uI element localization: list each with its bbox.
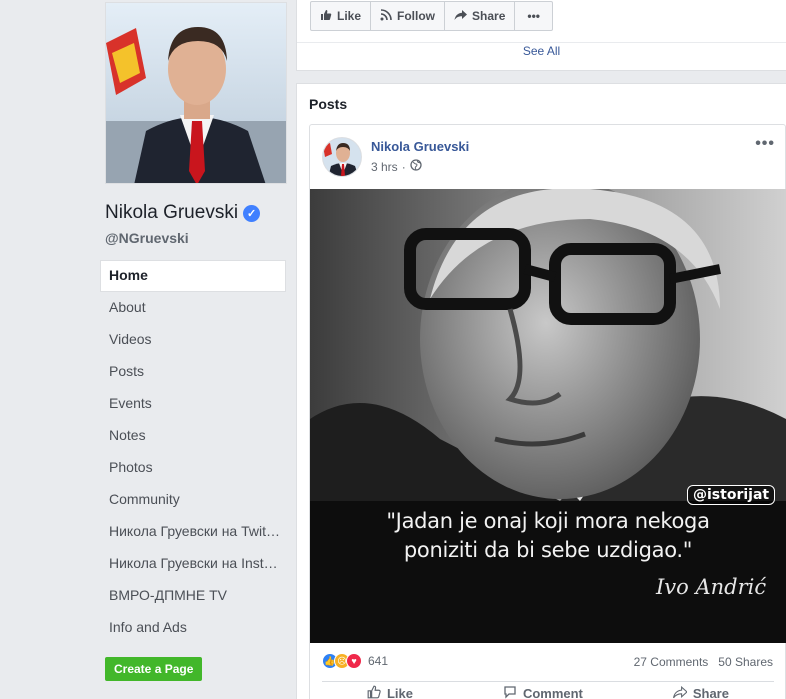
- nav-item-events[interactable]: Events: [100, 388, 286, 420]
- posts-card: Posts Nikola Gruevski 3 hrs · ••• @istor…: [296, 83, 786, 699]
- shares-count-link[interactable]: 50 Shares: [718, 655, 773, 669]
- meta-separator: ·: [401, 159, 406, 174]
- nav-item-videos[interactable]: Videos: [100, 324, 286, 356]
- quote-line-1: "Jadan je onaj koji mora nekoga: [386, 509, 710, 533]
- follow-page-button[interactable]: Follow: [371, 2, 446, 30]
- author-avatar[interactable]: [322, 137, 362, 177]
- like-page-button[interactable]: Like: [311, 2, 372, 30]
- share-page-button[interactable]: Share: [445, 2, 516, 30]
- globe-icon[interactable]: [410, 159, 422, 174]
- profile-photo: [106, 3, 286, 183]
- comment-bubble-icon: [503, 685, 517, 699]
- nav-item-community[interactable]: Community: [100, 484, 286, 516]
- divider: [297, 42, 786, 43]
- post-share-label: Share: [692, 686, 729, 699]
- quote-signature: Ivo Andrić: [656, 575, 767, 599]
- nav-item-notes[interactable]: Notes: [100, 420, 286, 452]
- share-arrow-icon: [672, 685, 688, 699]
- post-meta: 3 hrs ·: [371, 159, 422, 174]
- page-name[interactable]: Nikola Gruevski ✓: [105, 202, 261, 224]
- image-watermark: @istorijat: [687, 485, 776, 505]
- nav-item-vmro-tv[interactable]: ВМРО-ДПМНЕ TV: [100, 580, 286, 612]
- nav-item-instagram-tab[interactable]: Никола Груевски на Inst…: [100, 548, 286, 580]
- post-options-button[interactable]: •••: [755, 135, 775, 153]
- more-options-button[interactable]: •••: [515, 2, 552, 30]
- love-reaction-icon: ♥: [346, 653, 362, 669]
- post-action-row: Like Comment Share: [322, 685, 774, 699]
- post-like-label: Like: [386, 686, 413, 699]
- rss-follow-icon: [380, 8, 392, 24]
- comments-count-link[interactable]: 27 Comments: [634, 655, 709, 669]
- share-page-label: Share: [472, 9, 506, 23]
- follow-page-label: Follow: [397, 9, 436, 23]
- nav-item-about[interactable]: About: [100, 292, 286, 324]
- thumbs-up-icon: [367, 685, 381, 699]
- thumbs-up-icon: [320, 9, 332, 24]
- nav-item-photos[interactable]: Photos: [100, 452, 286, 484]
- verified-badge-icon: ✓: [243, 204, 261, 222]
- nav-item-home[interactable]: Home: [100, 260, 286, 292]
- post-author-link[interactable]: Nikola Gruevski: [371, 139, 469, 154]
- post: Nikola Gruevski 3 hrs · ••• @istorijat "…: [309, 124, 786, 699]
- image-quote-text: "Jadan je onaj koji mora nekoga poniziti…: [310, 507, 786, 565]
- post-comment-button[interactable]: Comment: [503, 685, 583, 699]
- reactions-count: 641: [368, 654, 389, 668]
- page-handle[interactable]: @NGruevski: [105, 230, 189, 246]
- reactions-summary[interactable]: 👍 ☹ ♥ 641: [322, 653, 388, 669]
- divider: [322, 681, 774, 682]
- see-all-link[interactable]: See All: [297, 44, 786, 58]
- post-image[interactable]: @istorijat "Jadan je onaj koji mora neko…: [310, 189, 786, 643]
- page-actions-card: Like Follow Share ••• See All: [296, 0, 786, 71]
- page-nav: Home About Videos Posts Events Notes Pho…: [100, 260, 286, 644]
- like-page-label: Like: [337, 9, 362, 23]
- quote-line-2: poniziti da bi sebe uzdigao.": [403, 538, 693, 562]
- post-timestamp[interactable]: 3 hrs: [371, 160, 398, 174]
- page-action-bar: Like Follow Share •••: [310, 1, 553, 31]
- left-column: Nikola Gruevski ✓ @NGruevski Home About …: [0, 0, 296, 699]
- page-name-text: Nikola Gruevski: [105, 202, 239, 223]
- nav-item-info-and-ads[interactable]: Info and Ads: [100, 612, 286, 644]
- posts-section-title: Posts: [309, 96, 348, 112]
- nav-item-twitter-tab[interactable]: Никола Груевски на Twit…: [100, 516, 286, 548]
- profile-picture[interactable]: [105, 2, 287, 184]
- post-share-button[interactable]: Share: [672, 685, 729, 699]
- post-like-button[interactable]: Like: [367, 685, 413, 699]
- engagement-counts: 27 Comments 50 Shares: [634, 655, 773, 669]
- nav-item-posts[interactable]: Posts: [100, 356, 286, 388]
- share-arrow-icon: [454, 9, 468, 24]
- create-page-button[interactable]: Create a Page: [105, 657, 203, 681]
- post-comment-label: Comment: [522, 686, 583, 699]
